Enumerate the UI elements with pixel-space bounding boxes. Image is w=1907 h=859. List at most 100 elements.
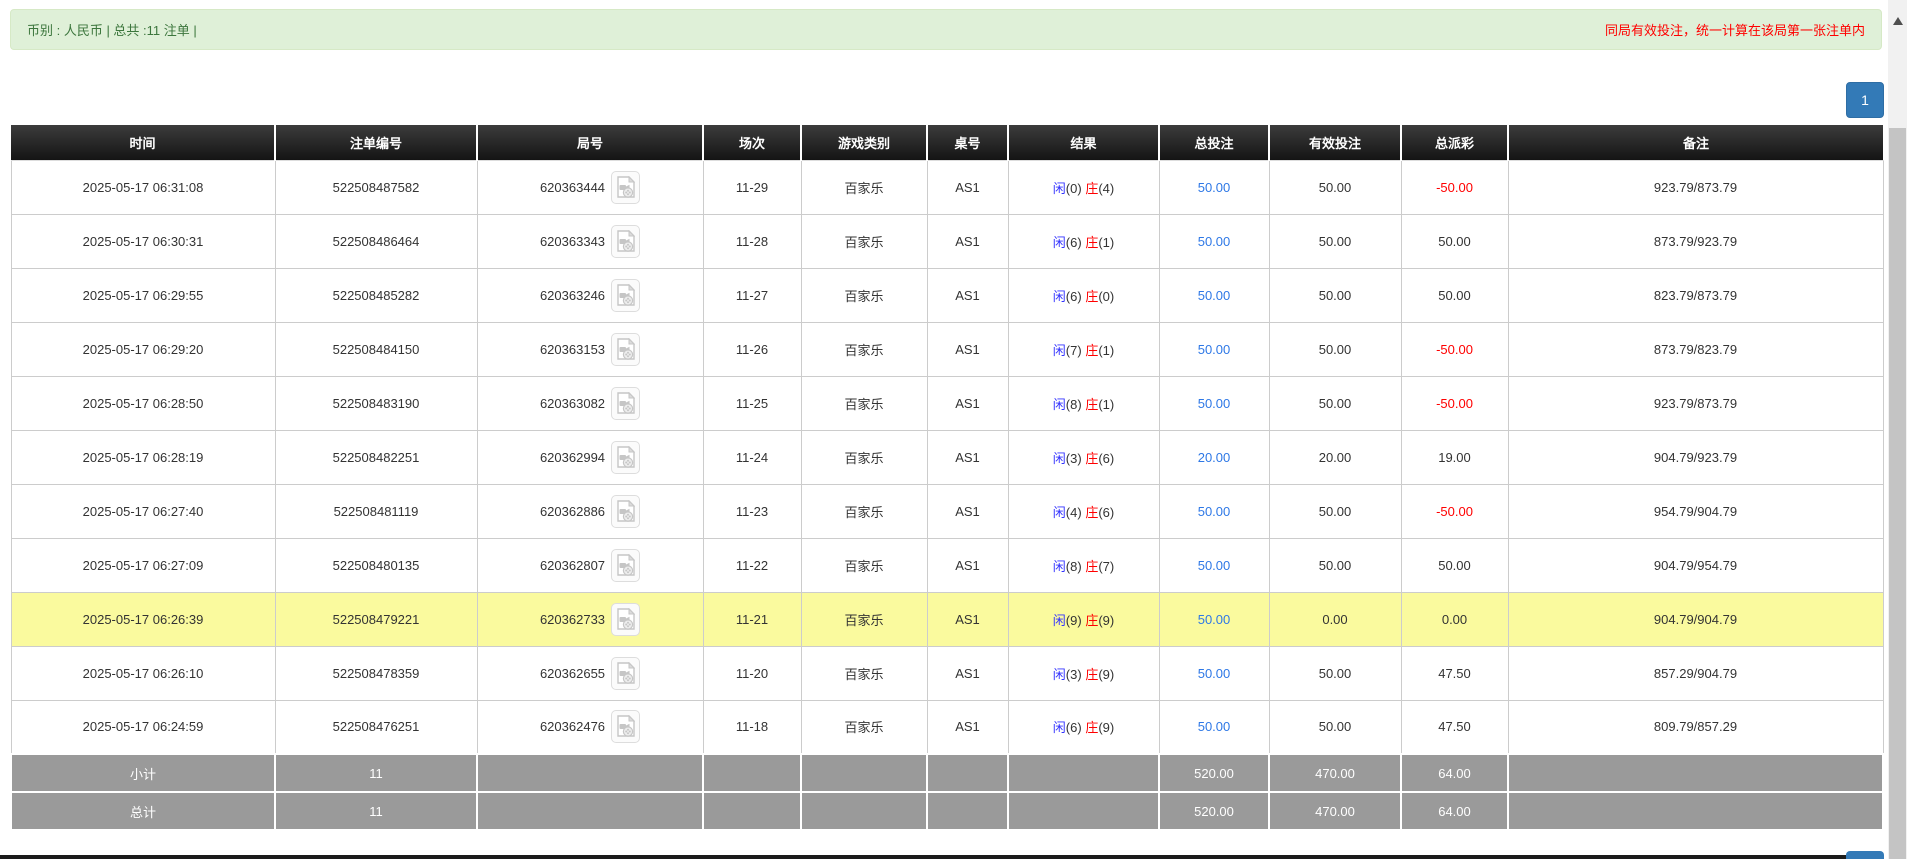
- summary-total-bet: 520.00: [1159, 754, 1269, 792]
- round-number: 620363246: [540, 288, 605, 303]
- result-banker-points: (0): [1098, 289, 1114, 304]
- video-replay-button[interactable]: [611, 441, 640, 474]
- cell-remark: 923.79/873.79: [1508, 160, 1883, 214]
- cell-round: 620362994: [477, 430, 703, 484]
- total-bet-link[interactable]: 50.00: [1198, 396, 1231, 411]
- result-player-points: (6): [1066, 720, 1082, 735]
- summary-valid-bet: 470.00: [1269, 792, 1401, 830]
- scrollbar-thumb[interactable]: [1889, 128, 1906, 859]
- round-number: 620362476: [540, 719, 605, 734]
- result-banker-points: (9): [1098, 613, 1114, 628]
- pagination-page-button[interactable]: 1: [1846, 82, 1884, 118]
- cell-round: 620362476: [477, 700, 703, 754]
- cell-table-no: AS1: [927, 592, 1008, 646]
- result-player-label: 闲: [1053, 505, 1066, 520]
- result-banker-label: 庄: [1085, 613, 1098, 628]
- result-player-points: (9): [1066, 613, 1082, 628]
- result-player-points: (4): [1066, 505, 1082, 520]
- cell-session: 11-29: [703, 160, 801, 214]
- cell-table-no: AS1: [927, 376, 1008, 430]
- cell-payout: 50.00: [1401, 214, 1508, 268]
- cell-remark: 857.29/904.79: [1508, 646, 1883, 700]
- cell-bet-no: 522508485282: [275, 268, 477, 322]
- total-bet-link[interactable]: 50.00: [1198, 504, 1231, 519]
- column-header: 游戏类别: [801, 125, 927, 160]
- summary-payout: 64.00: [1401, 754, 1508, 792]
- table-row: 2025-05-17 06:27:09 522508480135 6203628…: [11, 538, 1883, 592]
- video-replay-button[interactable]: [611, 387, 640, 420]
- cell-time: 2025-05-17 06:31:08: [11, 160, 275, 214]
- cell-time: 2025-05-17 06:28:19: [11, 430, 275, 484]
- cell-table-no: AS1: [927, 322, 1008, 376]
- cell-bet-no: 522508482251: [275, 430, 477, 484]
- pagination-bottom-partial-button[interactable]: [1846, 851, 1884, 859]
- video-replay-button[interactable]: [611, 495, 640, 528]
- cell-payout: 47.50: [1401, 646, 1508, 700]
- result-banker-label: 庄: [1085, 235, 1098, 250]
- video-replay-button[interactable]: [611, 171, 640, 204]
- video-replay-button[interactable]: [611, 657, 640, 690]
- total-bet-link[interactable]: 50.00: [1198, 612, 1231, 627]
- cell-result: 闲(6) 庄(0): [1008, 268, 1159, 322]
- result-banker-label: 庄: [1085, 343, 1098, 358]
- cell-payout: 0.00: [1401, 592, 1508, 646]
- total-bet-link[interactable]: 50.00: [1198, 342, 1231, 357]
- result-player-label: 闲: [1053, 613, 1066, 628]
- cell-remark: 809.79/857.29: [1508, 700, 1883, 754]
- cell-remark: 873.79/823.79: [1508, 322, 1883, 376]
- result-banker-label: 庄: [1085, 451, 1098, 466]
- table-row: 2025-05-17 06:26:39 522508479221 6203627…: [11, 592, 1883, 646]
- cell-game-type: 百家乐: [801, 322, 927, 376]
- total-bet-link[interactable]: 20.00: [1198, 450, 1231, 465]
- cell-table-no: AS1: [927, 538, 1008, 592]
- total-bet-link[interactable]: 50.00: [1198, 666, 1231, 681]
- video-replay-button[interactable]: [611, 333, 640, 366]
- cell-payout: 50.00: [1401, 268, 1508, 322]
- cell-session: 11-28: [703, 214, 801, 268]
- round-number: 620362733: [540, 612, 605, 627]
- scrollbar-up-arrow-icon[interactable]: [1893, 17, 1903, 25]
- cell-game-type: 百家乐: [801, 646, 927, 700]
- cell-valid-bet: 50.00: [1269, 646, 1401, 700]
- cell-total-bet: 50.00: [1159, 646, 1269, 700]
- cell-valid-bet: 0.00: [1269, 592, 1401, 646]
- vertical-scrollbar[interactable]: [1888, 0, 1907, 859]
- result-banker-points: (1): [1098, 235, 1114, 250]
- total-bet-link[interactable]: 50.00: [1198, 234, 1231, 249]
- cell-valid-bet: 50.00: [1269, 376, 1401, 430]
- video-replay-button[interactable]: [611, 603, 640, 636]
- cell-result: 闲(4) 庄(6): [1008, 484, 1159, 538]
- video-file-icon: [616, 230, 635, 253]
- result-player-points: (0): [1066, 181, 1082, 196]
- total-bet-link[interactable]: 50.00: [1198, 719, 1231, 734]
- round-number: 620363082: [540, 396, 605, 411]
- result-banker-points: (1): [1098, 397, 1114, 412]
- header-row: 时间注单编号局号场次游戏类别桌号结果总投注有效投注总派彩备注: [11, 125, 1883, 160]
- summary-row: 总计 11 520.00 470.00 64.00: [11, 792, 1883, 830]
- result-player-label: 闲: [1053, 181, 1066, 196]
- video-file-icon: [616, 554, 635, 577]
- total-bet-link[interactable]: 50.00: [1198, 288, 1231, 303]
- round-number: 620362886: [540, 504, 605, 519]
- cell-bet-no: 522508483190: [275, 376, 477, 430]
- video-replay-button[interactable]: [611, 549, 640, 582]
- table-body: 2025-05-17 06:31:08 522508487582 6203634…: [11, 160, 1883, 754]
- total-bet-link[interactable]: 50.00: [1198, 180, 1231, 195]
- cell-round: 620362733: [477, 592, 703, 646]
- cell-time: 2025-05-17 06:24:59: [11, 700, 275, 754]
- cell-total-bet: 50.00: [1159, 160, 1269, 214]
- cell-round: 620362886: [477, 484, 703, 538]
- column-header: 桌号: [927, 125, 1008, 160]
- cell-total-bet: 20.00: [1159, 430, 1269, 484]
- cell-table-no: AS1: [927, 646, 1008, 700]
- cell-game-type: 百家乐: [801, 484, 927, 538]
- video-file-icon: [616, 662, 635, 685]
- video-replay-button[interactable]: [611, 710, 640, 743]
- summary-count: 11: [275, 792, 477, 830]
- total-bet-link[interactable]: 50.00: [1198, 558, 1231, 573]
- video-replay-button[interactable]: [611, 225, 640, 258]
- column-header: 有效投注: [1269, 125, 1401, 160]
- video-replay-button[interactable]: [611, 279, 640, 312]
- cell-game-type: 百家乐: [801, 700, 927, 754]
- cell-result: 闲(6) 庄(1): [1008, 214, 1159, 268]
